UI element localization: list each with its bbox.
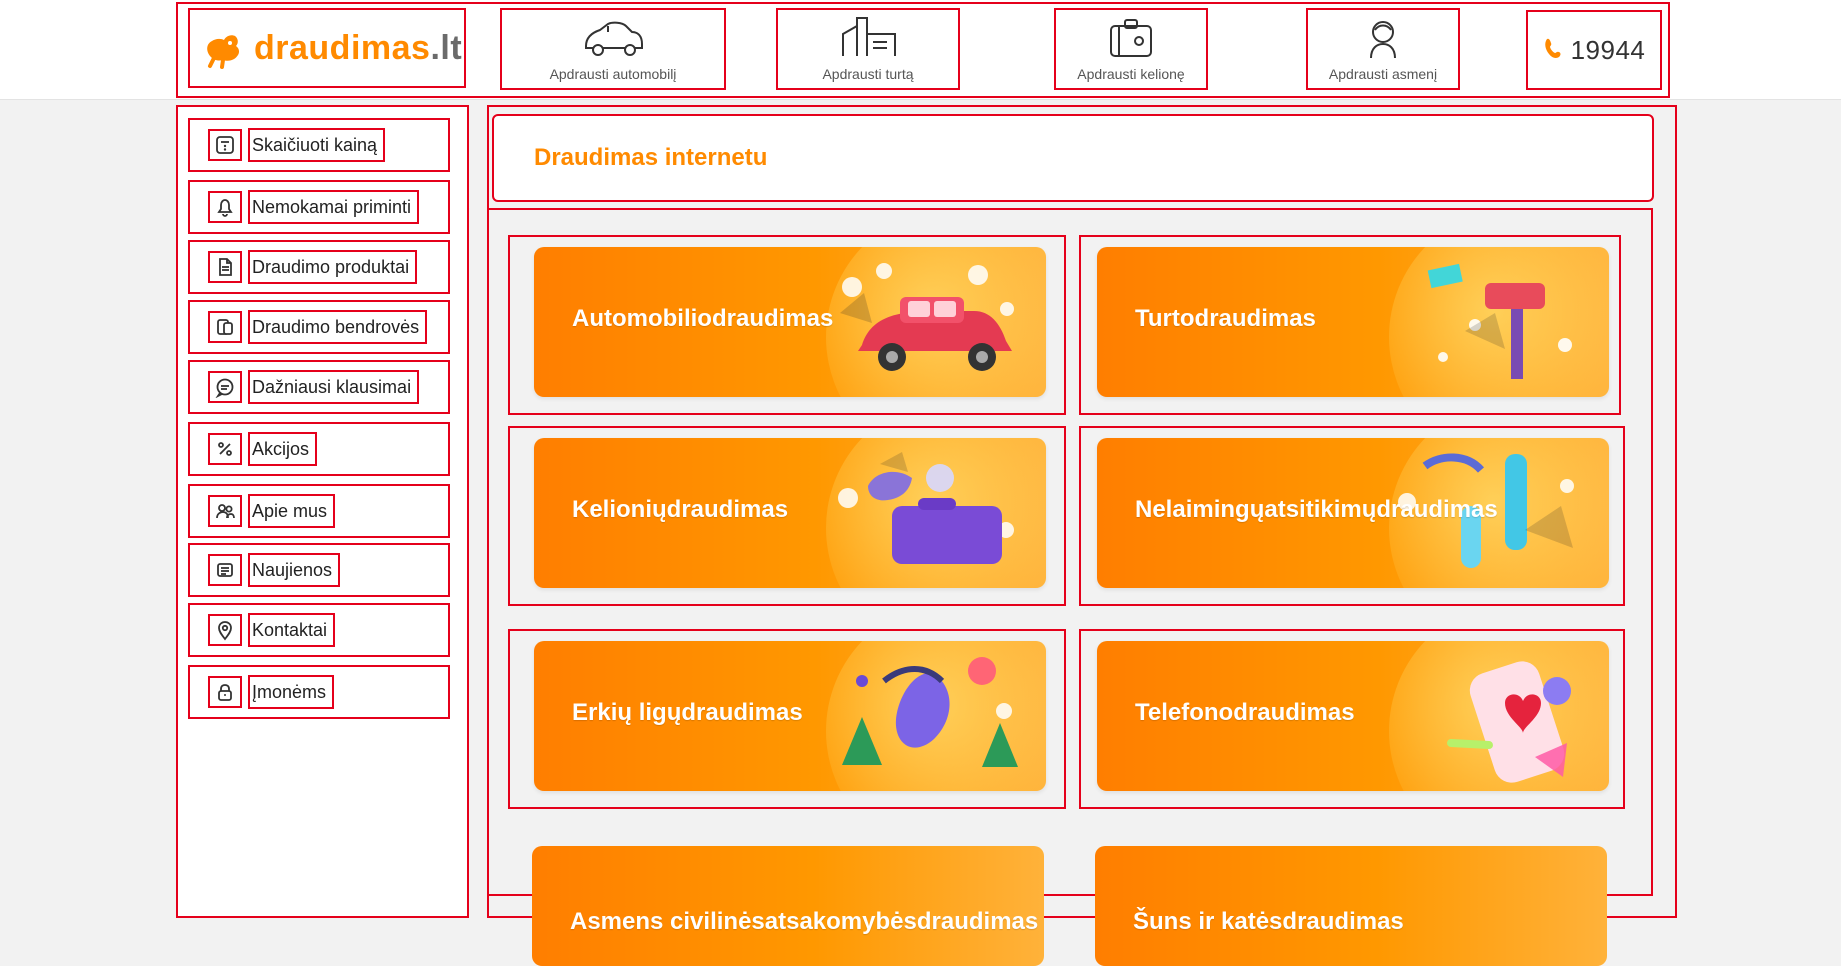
luggage-art-icon (822, 444, 1032, 582)
card-pet-insurance[interactable]: Šuns ir katėsdraudimas (1095, 846, 1607, 966)
card-tile: Turtodraudimas (1097, 247, 1609, 397)
mailbox-art-icon (1385, 253, 1595, 391)
document-icon (208, 251, 242, 283)
lock-icon (208, 676, 242, 708)
site-logo[interactable]: draudimas.lt (188, 8, 466, 88)
sidebar-item-reminder[interactable]: Nemokamai priminti (188, 180, 450, 234)
sidebar-item-label: Draudimo produktai (248, 250, 418, 284)
card-tick-disease-insurance[interactable]: Erkių ligųdraudimas (508, 629, 1066, 809)
card-title: Telefonodraudimas (1135, 699, 1355, 726)
location-pin-icon (208, 614, 242, 646)
phone-number: 19944 (1570, 34, 1646, 65)
sidebar-item-label: Draudimo bendrovės (248, 310, 428, 344)
page-title: Draudimas internetu (534, 144, 768, 171)
card-title: Automobiliodraudimas (572, 305, 834, 332)
card-tile: Telefonodraudimas (1097, 641, 1609, 791)
dog-logo-icon (200, 26, 244, 70)
nav-insure-person[interactable]: Apdrausti asmenį (1306, 8, 1460, 90)
sidebar-item-label: Įmonėms (248, 675, 335, 709)
card-phone-insurance[interactable]: Telefonodraudimas (1079, 629, 1625, 809)
card-title: Šuns ir katėsdraudimas (1133, 908, 1404, 935)
sidebar-item-calculate-price[interactable]: Skaičiuoti kainą (188, 118, 450, 172)
nav-label: Apdrausti turtą (822, 66, 914, 82)
sidebar-item-label: Kontaktai (248, 613, 336, 647)
building-icon (833, 16, 903, 60)
phone-heart-art-icon (1385, 647, 1595, 785)
nav-insure-car[interactable]: Apdrausti automobilį (500, 8, 726, 90)
users-icon (208, 495, 242, 527)
sidebar-item-products[interactable]: Draudimo produktai (188, 240, 450, 294)
person-icon (1353, 16, 1413, 60)
card-tile: Automobiliodraudimas (534, 247, 1046, 397)
card-title: Erkių ligųdraudimas (572, 699, 803, 726)
sidebar-item-contacts[interactable]: Kontaktai (188, 603, 450, 657)
card-title: Kelioniųdraudimas (572, 496, 789, 523)
nav-insure-property[interactable]: Apdrausti turtą (776, 8, 960, 90)
sidebar-item-business[interactable]: Įmonėms (188, 665, 450, 719)
percent-icon (208, 433, 242, 465)
card-civil-liability-insurance[interactable]: Asmens civilinėsatsakomybėsdraudimas (532, 846, 1044, 966)
card-title: Turtodraudimas (1135, 305, 1316, 332)
card-title: Nelaimingųatsitikimųdraudimas (1135, 496, 1498, 523)
sidebar-item-faq[interactable]: Dažniausi klausimai (188, 360, 450, 414)
sidebar-item-label: Akcijos (248, 432, 318, 466)
sidebar-item-companies[interactable]: Draudimo bendrovės (188, 300, 450, 354)
card-car-insurance[interactable]: Automobiliodraudimas (508, 235, 1066, 415)
sidebar-item-label: Dažniausi klausimai (248, 370, 420, 404)
card-tile: Kelioniųdraudimas (534, 438, 1046, 588)
card-tile: Erkių ligųdraudimas (534, 641, 1046, 791)
newspaper-icon (208, 554, 242, 586)
calculator-icon (208, 129, 242, 161)
sidebar-item-about[interactable]: Apie mus (188, 484, 450, 538)
chat-icon (208, 371, 242, 403)
car-icon (578, 16, 648, 60)
suitcase-icon (1101, 16, 1161, 60)
sidebar-item-promotions[interactable]: Akcijos (188, 422, 450, 476)
phone-icon (1543, 37, 1561, 64)
logo-text: draudimas.lt (254, 31, 462, 65)
sidebar-item-news[interactable]: Naujienos (188, 543, 450, 597)
logo-tld: .lt (430, 29, 463, 67)
sidebar-item-label: Apie mus (248, 494, 336, 528)
nav-label: Apdrausti asmenį (1328, 66, 1438, 82)
bell-icon (208, 191, 242, 223)
devices-icon (208, 311, 242, 343)
phone-link[interactable]: 19944 (1526, 10, 1662, 90)
card-title: Asmens civilinėsatsakomybėsdraudimas (570, 908, 1039, 935)
page-title-bar: Draudimas internetu (492, 114, 1654, 202)
car-art-icon (822, 253, 1032, 391)
nav-label: Apdrausti automobilį (549, 66, 677, 82)
card-accident-insurance[interactable]: Nelaimingųatsitikimųdraudimas (1079, 426, 1625, 606)
sidebar-item-label: Naujienos (248, 553, 341, 587)
card-property-insurance[interactable]: Turtodraudimas (1079, 235, 1621, 415)
sidebar-item-label: Skaičiuoti kainą (248, 128, 386, 162)
nav-insure-trip[interactable]: Apdrausti kelionę (1054, 8, 1208, 90)
sidebar-item-label: Nemokamai priminti (248, 190, 420, 224)
nav-label: Apdrausti kelionę (1077, 66, 1185, 82)
card-travel-insurance[interactable]: Kelioniųdraudimas (508, 426, 1066, 606)
logo-brand: draudimas (254, 29, 431, 67)
tick-forest-art-icon (822, 647, 1032, 785)
card-tile: Nelaimingųatsitikimųdraudimas (1097, 438, 1609, 588)
